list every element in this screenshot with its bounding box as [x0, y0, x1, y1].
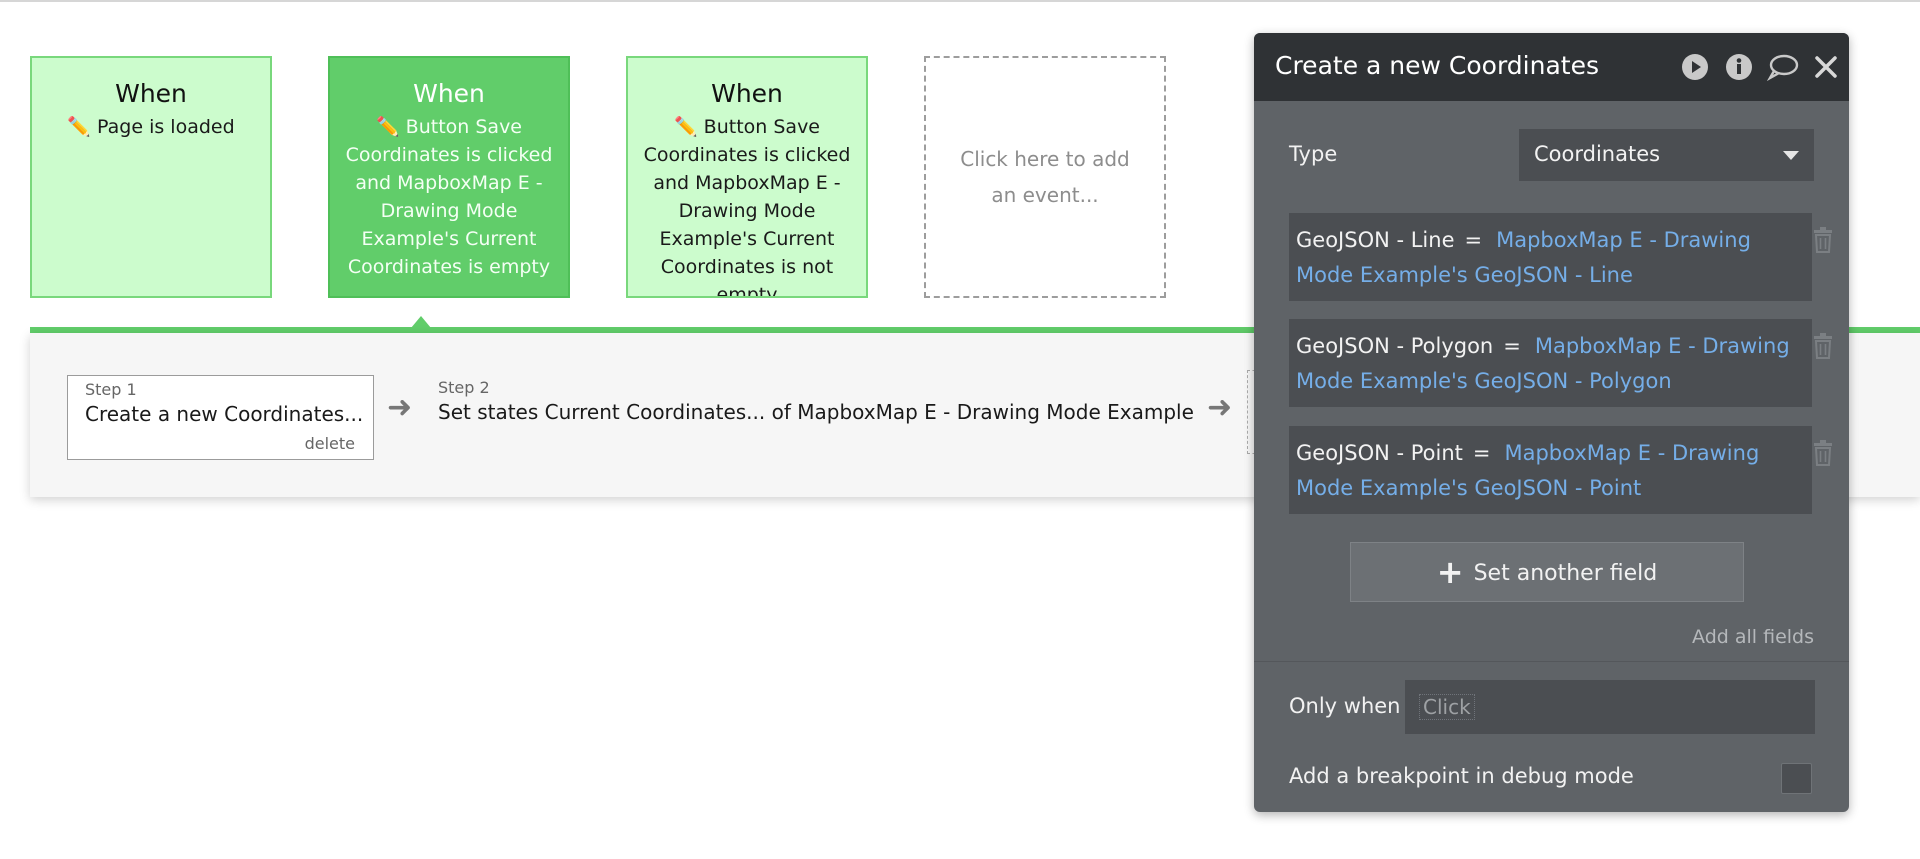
field-operator: = [1472, 441, 1491, 465]
breakpoint-label: Add a breakpoint in debug mode [1289, 764, 1634, 788]
field-name: GeoJSON - Point [1296, 441, 1463, 465]
plus-icon: + [1436, 553, 1464, 591]
event-card-save-not-empty[interactable]: When ✏️ Button Save Coordinates is click… [626, 56, 868, 298]
step-delete-link[interactable]: delete [305, 434, 355, 453]
info-icon[interactable] [1725, 53, 1753, 81]
event-condition: ✏️ Button Save Coordinates is clicked an… [345, 116, 553, 278]
only-when-input[interactable]: Click [1405, 680, 1815, 734]
field-name: GeoJSON - Line [1296, 228, 1455, 252]
type-label: Type [1289, 142, 1338, 166]
add-event-card[interactable]: Click here to add an event... [924, 56, 1166, 298]
breakpoint-checkbox[interactable] [1781, 763, 1812, 794]
event-when-label: When [413, 79, 485, 108]
event-condition: ✏️ Page is loaded [67, 116, 235, 138]
trash-icon[interactable] [1812, 226, 1834, 254]
caret-down-icon [1783, 151, 1799, 160]
editor-title: Create a new Coordinates [1275, 51, 1599, 80]
field-row-geojson-point[interactable]: GeoJSON - Point = MapboxMap E - Drawing Mo… [1289, 426, 1812, 514]
step-2-card[interactable]: Step 2 Set states Current Coordinates...… [438, 375, 1228, 435]
event-when-label: When [711, 79, 783, 108]
field-name: GeoJSON - Polygon [1296, 334, 1494, 358]
step-number: Step 1 [85, 380, 137, 399]
divider [1254, 661, 1849, 662]
event-card-page-loaded[interactable]: When ✏️ Page is loaded [30, 56, 272, 298]
event-card-save-empty[interactable]: When ✏️ Button Save Coordinates is click… [328, 56, 570, 298]
event-when-label: When [115, 79, 187, 108]
trash-icon[interactable] [1812, 439, 1834, 467]
editor-header: Create a new Coordinates [1254, 33, 1849, 101]
add-event-text: Click here to add an event... [960, 147, 1130, 207]
property-editor: Create a new Coordinates Type Coordinate… [1254, 33, 1849, 812]
only-when-placeholder: Click [1419, 694, 1475, 720]
top-border [0, 0, 1920, 2]
only-when-label: Only when [1289, 694, 1401, 718]
arrow-right-icon: ➜ [1207, 390, 1233, 425]
set-another-field-label: Set another field [1473, 561, 1658, 586]
step-title: Create a new Coordinates... [85, 402, 364, 426]
step-title: Set states Current Coordinates... of Map… [438, 400, 1194, 424]
field-row-geojson-line[interactable]: GeoJSON - Line = MapboxMap E - Drawing Mod… [1289, 213, 1812, 301]
set-another-field-button[interactable]: + Set another field [1350, 542, 1744, 602]
field-operator: = [1464, 228, 1483, 252]
field-operator: = [1503, 334, 1521, 358]
add-all-fields-link[interactable]: Add all fields [1692, 626, 1814, 648]
trash-icon[interactable] [1812, 332, 1834, 360]
close-icon[interactable] [1814, 53, 1838, 81]
play-icon[interactable] [1681, 53, 1709, 81]
comment-icon[interactable] [1767, 53, 1799, 81]
step-number: Step 2 [438, 378, 490, 397]
type-dropdown-value: Coordinates [1534, 142, 1661, 166]
event-condition: ✏️ Button Save Coordinates is clicked an… [643, 116, 851, 298]
type-dropdown[interactable]: Coordinates [1519, 129, 1814, 181]
arrow-right-icon: ➜ [387, 390, 413, 425]
field-row-geojson-polygon[interactable]: GeoJSON - Polygon = MapboxMap E - Drawing … [1289, 319, 1812, 407]
step-1-card[interactable]: Step 1 Create a new Coordinates... delet… [67, 375, 374, 460]
